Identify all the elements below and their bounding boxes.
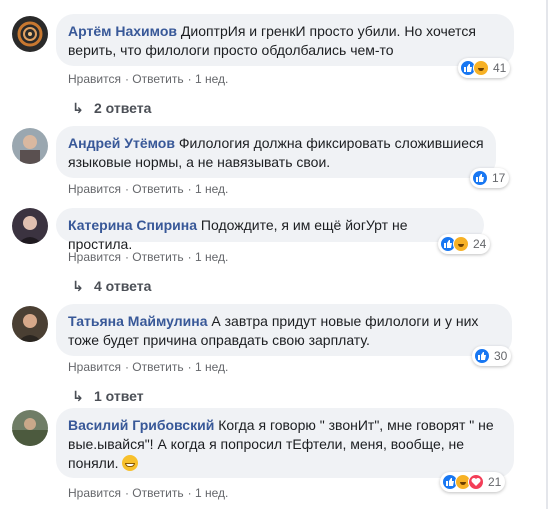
avatar-photo-icon: [12, 418, 48, 446]
avatar-photo-icon: [18, 314, 42, 342]
comment-actions: Нравится · Ответить · 1 нед.: [68, 360, 229, 374]
replies-count: 4 ответа: [94, 278, 152, 294]
like-action[interactable]: Нравится: [68, 360, 121, 374]
comment-text: верить, что филологи просто обдолбались …: [68, 42, 394, 58]
comment-actions: Нравится · Ответить · 1 нед.: [68, 250, 229, 264]
comment-text: тоже будет причина оправдать свою зарпла…: [68, 332, 370, 348]
replies-count: 1 ответ: [94, 388, 144, 404]
comment-bubble: Катерина Спирина Подождите, я им ещё йог…: [56, 208, 484, 252]
haha-icon: [473, 60, 489, 76]
avatar-photo-icon: [20, 135, 40, 164]
comment-actions: Нравится · Ответить · 1 нед.: [68, 486, 229, 500]
comment-text: Филология должна фиксировать сложившиеся: [178, 135, 484, 151]
haha-icon: [453, 236, 469, 252]
like-action[interactable]: Нравится: [68, 72, 121, 86]
like-action[interactable]: Нравится: [68, 486, 121, 500]
view-replies-link[interactable]: ↳ 2 ответа: [72, 100, 151, 117]
reply-arrow-icon: ↳: [72, 278, 84, 294]
reaction-count: 17: [492, 171, 506, 185]
avatar[interactable]: [12, 208, 48, 244]
reply-action[interactable]: Ответить: [132, 182, 183, 196]
comment-author[interactable]: Артём Нахимов: [68, 23, 177, 39]
reaction-summary[interactable]: 30: [472, 346, 512, 366]
comment-author[interactable]: Василий Грибовский: [68, 417, 214, 433]
comment-time[interactable]: 1 нед.: [195, 486, 228, 500]
comment-author[interactable]: Андрей Утёмов: [68, 135, 175, 151]
comment-text: А завтра придут новые филологи и у них: [211, 313, 479, 329]
like-action[interactable]: Нравится: [68, 250, 121, 264]
reaction-summary[interactable]: 41: [458, 58, 511, 78]
like-action[interactable]: Нравится: [68, 182, 121, 196]
comment-bubble: Татьяна Маймулина А завтра придут новые …: [56, 304, 512, 356]
reaction-count: 30: [494, 349, 508, 363]
view-replies-link[interactable]: ↳ 1 ответ: [72, 388, 144, 405]
reaction-summary[interactable]: 21: [440, 472, 506, 492]
avatar-mandala-icon: [17, 21, 43, 47]
comment-text: ДиоптрИя и гренкИ просто убили. Но хочет…: [180, 23, 476, 39]
avatar[interactable]: [12, 16, 48, 52]
comment-time[interactable]: 1 нед.: [195, 72, 228, 86]
reply-action[interactable]: Ответить: [132, 486, 183, 500]
comment-actions: Нравится · Ответить · 1 нед.: [68, 182, 229, 196]
comment-text: вые.ывайся"! А когда я попросил тЕфтели,…: [68, 436, 465, 452]
view-replies-link[interactable]: ↳ 4 ответа: [72, 278, 151, 295]
avatar-photo-icon: [18, 216, 42, 244]
reply-action[interactable]: Ответить: [132, 360, 183, 374]
reaction-count: 41: [493, 61, 507, 75]
like-icon: [472, 170, 488, 186]
reply-action[interactable]: Ответить: [132, 72, 183, 86]
comment-bubble: Василий Грибовский Когда я говорю " звон…: [56, 408, 514, 478]
comment-author[interactable]: Катерина Спирина: [68, 217, 197, 233]
replies-count: 2 ответа: [94, 100, 152, 116]
love-icon: [468, 474, 484, 490]
comment-time[interactable]: 1 нед.: [195, 182, 228, 196]
comment-time[interactable]: 1 нед.: [195, 360, 228, 374]
comment-author[interactable]: Татьяна Маймулина: [68, 313, 208, 329]
reply-arrow-icon: ↳: [72, 388, 84, 404]
comment-text: поняли.: [68, 455, 119, 471]
comment-text: языковые нормы, а не навязывать свои.: [68, 154, 331, 170]
avatar[interactable]: [12, 410, 48, 446]
reaction-summary[interactable]: 17: [470, 168, 510, 188]
comment-time[interactable]: 1 нед.: [195, 250, 228, 264]
reaction-count: 24: [473, 237, 487, 251]
reaction-summary[interactable]: 24: [438, 234, 491, 254]
reply-arrow-icon: ↳: [72, 100, 84, 116]
like-icon: [474, 348, 490, 364]
comment-actions: Нравится · Ответить · 1 нед.: [68, 72, 229, 86]
avatar[interactable]: [12, 306, 48, 342]
grinning-emoji-icon: [122, 455, 139, 471]
comment-bubble: Андрей Утёмов Филология должна фиксирова…: [56, 126, 496, 178]
comment-text: Когда я говорю " звонИт", мне говорят " …: [218, 417, 494, 433]
reaction-count: 21: [488, 475, 502, 489]
comment-bubble: Артём Нахимов ДиоптрИя и гренкИ просто у…: [56, 14, 514, 66]
reply-action[interactable]: Ответить: [132, 250, 183, 264]
avatar[interactable]: [12, 128, 48, 164]
